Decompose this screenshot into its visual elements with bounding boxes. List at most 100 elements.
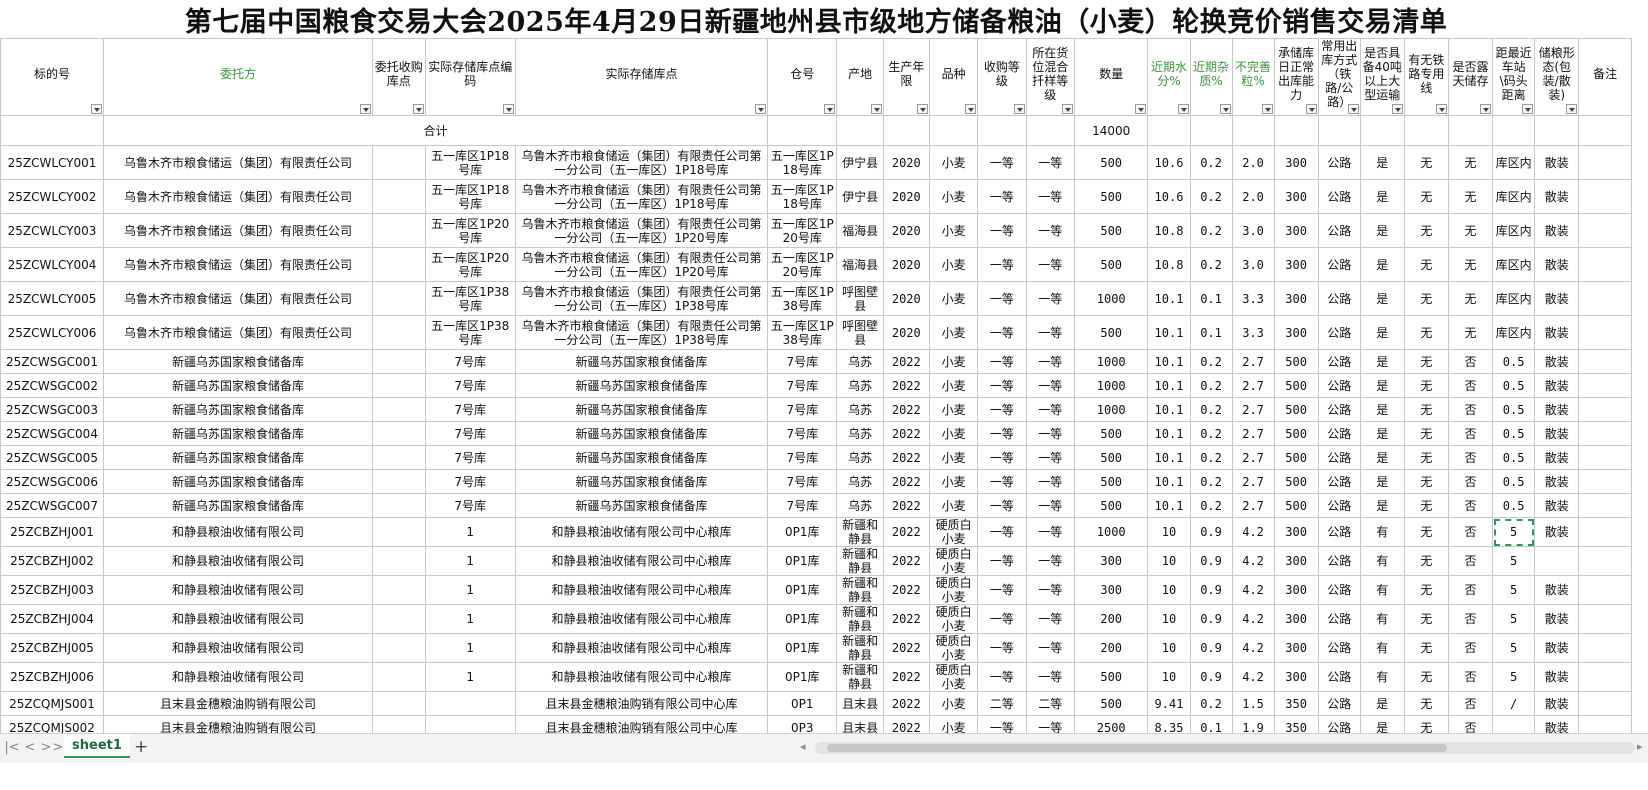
cell[interactable]: 10.1 bbox=[1147, 281, 1191, 316]
cell[interactable]: 10.1 bbox=[1147, 445, 1191, 470]
cell[interactable]: 无 bbox=[1403, 662, 1449, 692]
cell[interactable]: 10.1 bbox=[1147, 373, 1191, 398]
cell[interactable] bbox=[372, 691, 426, 716]
cell[interactable]: 是 bbox=[1359, 445, 1405, 470]
cell[interactable]: 2020 bbox=[882, 145, 930, 180]
cell[interactable]: 一等 bbox=[977, 445, 1027, 470]
cell[interactable]: / bbox=[1492, 691, 1536, 716]
cell[interactable]: 否 bbox=[1447, 445, 1494, 470]
cell[interactable]: 0.2 bbox=[1189, 179, 1233, 214]
cell[interactable]: 呼图壁县 bbox=[836, 315, 884, 350]
cell[interactable]: 散装 bbox=[1534, 213, 1580, 248]
cell[interactable]: 硬质白小麦 bbox=[928, 604, 979, 634]
filter-dropdown-icon[interactable] bbox=[1135, 104, 1147, 114]
cell[interactable]: 新疆乌苏国家粮食储备库 bbox=[102, 397, 374, 422]
cell[interactable]: 五一库区1P18号库 bbox=[767, 179, 838, 214]
cell[interactable]: 无 bbox=[1403, 633, 1449, 663]
cell[interactable]: 公路 bbox=[1317, 247, 1361, 282]
cell[interactable]: 200 bbox=[1073, 633, 1149, 663]
cell[interactable]: 一等 bbox=[1025, 493, 1075, 518]
filter-dropdown-icon[interactable] bbox=[916, 104, 928, 114]
cell[interactable]: 库区内 bbox=[1492, 179, 1536, 214]
cell[interactable] bbox=[1189, 115, 1233, 146]
cell[interactable]: 新疆乌苏国家粮食储备库 bbox=[514, 469, 769, 494]
column-header[interactable]: 近期杂质% bbox=[1189, 38, 1233, 116]
cell[interactable]: 2022 bbox=[882, 421, 930, 446]
cell[interactable]: 7号库 bbox=[767, 493, 838, 518]
cell[interactable] bbox=[1578, 575, 1632, 605]
cell[interactable]: 且末县金穗粮油购销有限公司 bbox=[102, 691, 374, 716]
filter-dropdown-icon[interactable] bbox=[1219, 104, 1231, 114]
cell[interactable]: 7号库 bbox=[767, 445, 838, 470]
filter-dropdown-icon[interactable] bbox=[502, 104, 514, 114]
filter-dropdown-icon[interactable] bbox=[1177, 104, 1189, 114]
cell[interactable]: 无 bbox=[1403, 517, 1449, 547]
cell[interactable]: 散装 bbox=[1534, 517, 1580, 547]
cell[interactable]: 300 bbox=[1273, 604, 1319, 634]
cell[interactable]: 一等 bbox=[977, 179, 1027, 214]
cell[interactable]: 小麦 bbox=[928, 445, 979, 470]
cell[interactable]: 0.9 bbox=[1189, 546, 1233, 576]
cell[interactable]: 是 bbox=[1359, 691, 1405, 716]
cell[interactable] bbox=[1492, 115, 1536, 146]
cell[interactable]: 且末县 bbox=[836, 691, 884, 716]
cell[interactable]: 新疆乌苏国家粮食储备库 bbox=[102, 373, 374, 398]
column-header[interactable]: 委托方 bbox=[102, 38, 374, 116]
cell[interactable]: 300 bbox=[1273, 517, 1319, 547]
cell[interactable]: 小麦 bbox=[928, 469, 979, 494]
cell[interactable]: 3.0 bbox=[1231, 247, 1275, 282]
cell[interactable]: 一等 bbox=[1025, 373, 1075, 398]
cell[interactable]: 否 bbox=[1447, 493, 1494, 518]
cell[interactable]: 五一库区1P20号库 bbox=[424, 247, 516, 282]
cell[interactable] bbox=[372, 315, 426, 350]
cell[interactable]: 500 bbox=[1073, 145, 1149, 180]
cell[interactable]: 0.2 bbox=[1189, 397, 1233, 422]
cell[interactable]: 一等 bbox=[1025, 281, 1075, 316]
cell[interactable]: 0.1 bbox=[1189, 281, 1233, 316]
cell[interactable]: 一等 bbox=[1025, 213, 1075, 248]
cell[interactable]: 10.6 bbox=[1147, 179, 1191, 214]
cell[interactable]: 小麦 bbox=[928, 315, 979, 350]
cell[interactable]: 0.5 bbox=[1492, 349, 1536, 374]
cell[interactable]: 7号库 bbox=[424, 349, 516, 374]
cell[interactable]: 7号库 bbox=[424, 373, 516, 398]
cell[interactable]: 公路 bbox=[1317, 349, 1361, 374]
cell[interactable]: 一等 bbox=[977, 493, 1027, 518]
cell[interactable]: 2022 bbox=[882, 469, 930, 494]
cell[interactable]: 一等 bbox=[977, 421, 1027, 446]
cell[interactable]: 3.3 bbox=[1231, 281, 1275, 316]
cell[interactable] bbox=[1578, 517, 1632, 547]
column-header[interactable]: 不完善粒% bbox=[1231, 38, 1275, 116]
cell[interactable]: 500 bbox=[1073, 445, 1149, 470]
cell[interactable]: 五一库区1P20号库 bbox=[424, 213, 516, 248]
cell[interactable]: 福海县 bbox=[836, 213, 884, 248]
cell[interactable]: 500 bbox=[1073, 421, 1149, 446]
filter-dropdown-icon[interactable] bbox=[1522, 104, 1534, 114]
cell[interactable] bbox=[1578, 179, 1632, 214]
cell[interactable]: 2022 bbox=[882, 493, 930, 518]
cell[interactable]: 无 bbox=[1403, 247, 1449, 282]
cell[interactable]: 300 bbox=[1273, 179, 1319, 214]
column-header[interactable]: 备注 bbox=[1578, 38, 1632, 116]
cell[interactable]: 3.0 bbox=[1231, 213, 1275, 248]
cell[interactable]: 0P1库 bbox=[767, 662, 838, 692]
cell[interactable]: 散装 bbox=[1534, 397, 1580, 422]
cell[interactable]: 新疆乌苏国家粮食储备库 bbox=[514, 445, 769, 470]
cell[interactable]: 否 bbox=[1447, 662, 1494, 692]
cell[interactable]: 1000 bbox=[1073, 281, 1149, 316]
column-header[interactable]: 承储库日正常出库能力 bbox=[1273, 38, 1319, 116]
cell[interactable]: 是 bbox=[1359, 247, 1405, 282]
cell[interactable]: 500 bbox=[1273, 349, 1319, 374]
cell[interactable]: 2022 bbox=[882, 373, 930, 398]
cell[interactable]: 公路 bbox=[1317, 373, 1361, 398]
cell[interactable]: 一等 bbox=[977, 662, 1027, 692]
cell[interactable]: 0.5 bbox=[1492, 421, 1536, 446]
scrollbar-thumb[interactable] bbox=[827, 744, 1447, 752]
filter-dropdown-icon[interactable] bbox=[360, 104, 371, 114]
cell[interactable] bbox=[1578, 445, 1632, 470]
cell[interactable]: 350 bbox=[1273, 691, 1319, 716]
cell[interactable]: 10.6 bbox=[1147, 145, 1191, 180]
cell[interactable]: 2.7 bbox=[1231, 397, 1275, 422]
cell[interactable]: 新疆乌苏国家粮食储备库 bbox=[514, 493, 769, 518]
cell[interactable]: 7号库 bbox=[767, 421, 838, 446]
